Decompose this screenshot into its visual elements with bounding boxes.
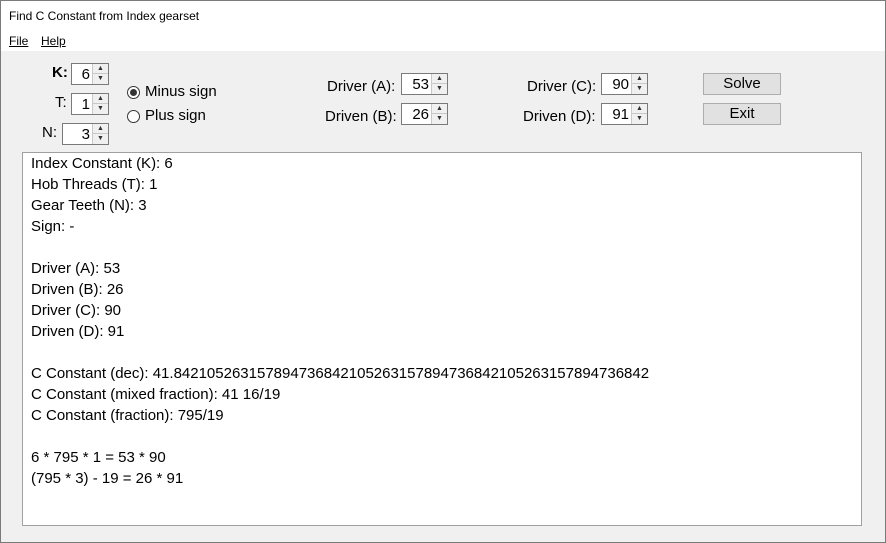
- driven-b-spin-buttons: ▲ ▼: [431, 104, 447, 124]
- output-line: Driven (D): 91: [31, 323, 125, 340]
- output-line: C Constant (fraction): 795/19: [31, 407, 224, 424]
- output-line: C Constant (mixed fraction): 41 16/19: [31, 386, 281, 403]
- driven-b-spinner[interactable]: 26 ▲ ▼: [401, 103, 448, 125]
- n-spin-down-icon[interactable]: ▼: [93, 134, 108, 144]
- minus-sign-label: Minus sign: [145, 83, 217, 100]
- output-line: Index Constant (K): 6: [31, 155, 173, 172]
- output-line: C Constant (dec): 41.8421052631578947368…: [31, 365, 650, 382]
- driven-d-spin-up-icon[interactable]: ▲: [632, 104, 647, 114]
- driven-d-label: Driven (D):: [523, 108, 596, 125]
- output-line: 6 * 795 * 1 = 53 * 90: [31, 449, 166, 466]
- plus-radio-circle: [127, 110, 140, 123]
- driven-d-value: 91: [612, 106, 629, 123]
- minus-sign-radio[interactable]: Minus sign: [127, 83, 227, 103]
- app-window: Find C Constant from Index gearset File …: [0, 0, 886, 543]
- driver-a-spin-buttons: ▲ ▼: [431, 74, 447, 94]
- driven-b-spin-down-icon[interactable]: ▼: [432, 114, 447, 124]
- window-title: Find C Constant from Index gearset: [9, 9, 200, 23]
- driven-b-label: Driven (B):: [325, 108, 397, 125]
- plus-sign-label: Plus sign: [145, 107, 206, 124]
- output-line: Driven (B): 26: [31, 281, 124, 298]
- t-spin-down-icon[interactable]: ▼: [93, 104, 108, 114]
- t-value: 1: [81, 96, 90, 113]
- title-bar: Find C Constant from Index gearset: [1, 1, 885, 31]
- driver-a-spin-up-icon[interactable]: ▲: [432, 74, 447, 84]
- driver-c-spin-buttons: ▲ ▼: [631, 74, 647, 94]
- menu-help[interactable]: Help: [41, 34, 66, 48]
- driven-b-value: 26: [412, 106, 429, 123]
- t-spinner[interactable]: 1 ▲ ▼: [71, 93, 109, 115]
- driver-c-spinner[interactable]: 90 ▲ ▼: [601, 73, 648, 95]
- driver-c-label: Driver (C):: [527, 78, 597, 95]
- k-spin-up-icon[interactable]: ▲: [93, 64, 108, 74]
- menu-help-label: Help: [41, 34, 66, 48]
- driven-d-spin-buttons: ▲ ▼: [631, 104, 647, 124]
- exit-button[interactable]: Exit: [703, 103, 781, 125]
- driver-c-spin-down-icon[interactable]: ▼: [632, 84, 647, 94]
- n-spin-buttons: ▲ ▼: [92, 124, 108, 144]
- output-line: Hob Threads (T): 1: [31, 176, 158, 193]
- k-label: K:: [52, 64, 68, 81]
- plus-sign-radio[interactable]: Plus sign: [127, 107, 217, 127]
- k-spin-down-icon[interactable]: ▼: [93, 74, 108, 84]
- output-line: (795 * 3) - 19 = 26 * 91: [31, 470, 184, 487]
- t-spin-buttons: ▲ ▼: [92, 94, 108, 114]
- menu-file[interactable]: File: [9, 34, 28, 48]
- solve-button[interactable]: Solve: [703, 73, 781, 95]
- driver-a-spin-down-icon[interactable]: ▼: [432, 84, 447, 94]
- radio-selected-dot: [130, 89, 137, 96]
- t-label: T:: [55, 94, 67, 111]
- n-spin-up-icon[interactable]: ▲: [93, 124, 108, 134]
- output-line: Sign: -: [31, 218, 75, 235]
- minus-radio-circle: [127, 86, 140, 99]
- n-spinner[interactable]: 3 ▲ ▼: [62, 123, 109, 145]
- driver-a-spinner[interactable]: 53 ▲ ▼: [401, 73, 448, 95]
- menu-file-label: File: [9, 34, 29, 48]
- t-spin-up-icon[interactable]: ▲: [93, 94, 108, 104]
- output-line: Driver (C): 90: [31, 302, 122, 319]
- k-spin-buttons: ▲ ▼: [92, 64, 108, 84]
- driven-d-spinner[interactable]: 91 ▲ ▼: [601, 103, 648, 125]
- driver-c-value: 90: [612, 76, 629, 93]
- output-line: Driver (A): 53: [31, 260, 121, 277]
- driven-d-spin-down-icon[interactable]: ▼: [632, 114, 647, 124]
- menu-bar: File Help: [1, 31, 885, 51]
- k-value: 6: [81, 66, 90, 83]
- driver-a-value: 53: [412, 76, 429, 93]
- n-label: N:: [42, 124, 57, 141]
- driver-a-label: Driver (A):: [327, 78, 396, 95]
- driver-c-spin-up-icon[interactable]: ▲: [632, 74, 647, 84]
- output-text-area[interactable]: Index Constant (K): 6 Hob Threads (T): 1 G…: [22, 152, 862, 526]
- driven-b-spin-up-icon[interactable]: ▲: [432, 104, 447, 114]
- output-line: Gear Teeth (N): 3: [31, 197, 147, 214]
- n-value: 3: [81, 126, 90, 143]
- k-spinner[interactable]: 6 ▲ ▼: [71, 63, 109, 85]
